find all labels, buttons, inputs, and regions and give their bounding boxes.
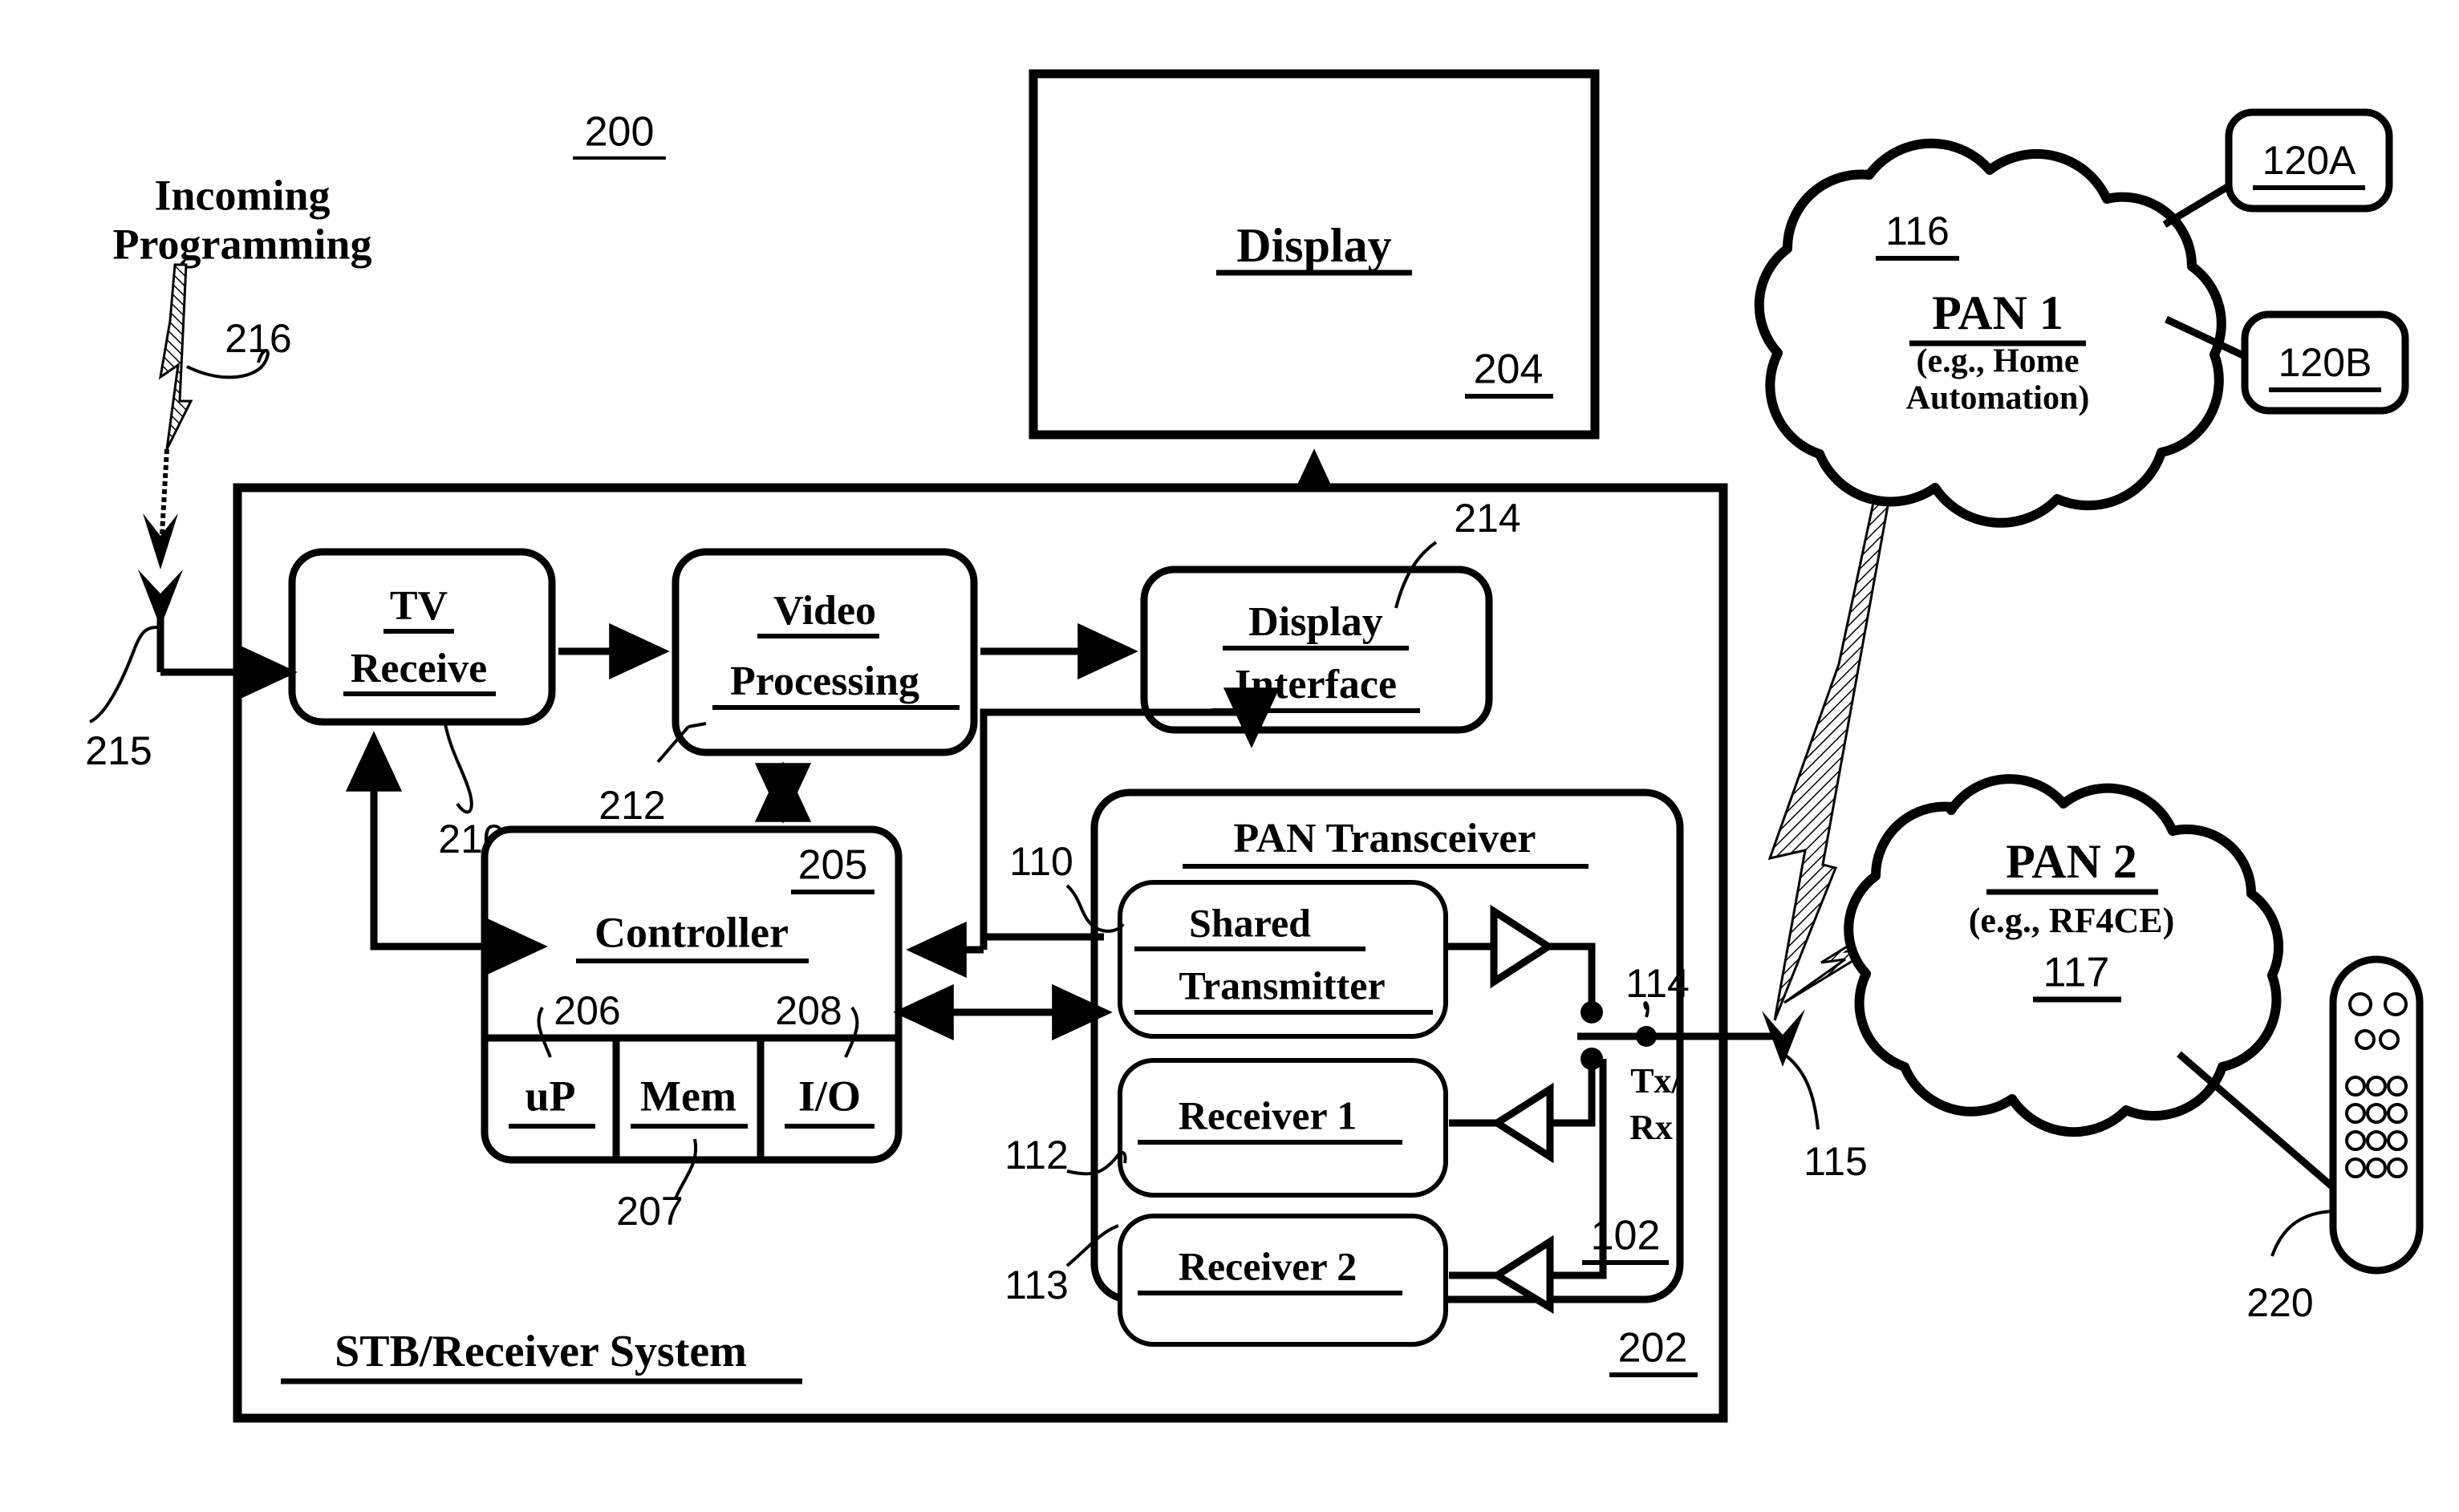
ref-215-label-b: 215 xyxy=(85,728,152,773)
controller-sub-mem-label: Mem xyxy=(640,1072,736,1120)
stb-ref-label: 202 xyxy=(1618,1325,1688,1372)
receiver-2-label: Receiver 2 xyxy=(1179,1243,1357,1288)
pan2-title: PAN 2 xyxy=(2006,835,2137,888)
ref-115-label: 115 xyxy=(1804,1139,1868,1184)
ref-206-label: 206 xyxy=(554,988,620,1033)
controller-sub-up-label: uP xyxy=(525,1072,575,1120)
figure-canvas: 200 Incoming Programming 216 215 215 Dis… xyxy=(85,69,2424,1423)
pan-transceiver-title: PAN Transceiver xyxy=(1234,816,1536,861)
txrx-line2: Rx xyxy=(1629,1108,1673,1147)
tv-receive-block[interactable]: TV Receive xyxy=(288,548,556,726)
pan2-cloud[interactable]: PAN 2 (e.g., RF4CE) 117 xyxy=(1844,774,2284,1137)
video-processing-block[interactable]: Video Processing xyxy=(672,548,978,756)
switch-node-lower xyxy=(1580,1048,1603,1070)
pan-antenna-115: 115 xyxy=(1762,1009,1868,1184)
controller-sub-mem[interactable]: Mem xyxy=(631,1072,748,1129)
video-processing-outline xyxy=(672,548,978,756)
display-interface-block[interactable]: Display Interface xyxy=(1140,565,1493,734)
controller-ref-label: 205 xyxy=(798,842,868,889)
switch-node-upper xyxy=(1580,1001,1603,1024)
incoming-programming-line2: Programming xyxy=(113,220,372,268)
display-box[interactable]: Display 204 xyxy=(1029,69,1600,440)
patent-figure-page: 200 Incoming Programming 216 215 215 Dis… xyxy=(0,0,2459,1512)
receiver-2-block[interactable]: Receiver 2 xyxy=(1118,1214,1448,1347)
ref-110-label: 110 xyxy=(1009,839,1073,884)
tv-receive-line1: TV xyxy=(390,583,448,629)
ref-207-label: 207 xyxy=(616,1189,683,1234)
shared-transmitter-line1: Shared xyxy=(1189,900,1311,945)
ref-208-label: 208 xyxy=(775,988,842,1033)
ref-112-label: 112 xyxy=(1004,1133,1069,1178)
tv-receive-outline xyxy=(288,548,556,726)
reference-216: 216 xyxy=(186,316,292,379)
edge-pan1-to-120a xyxy=(2162,183,2231,228)
pan1-cloud[interactable]: 116 PAN 1 (e.g., Home Automation) xyxy=(1754,138,2226,528)
pan1-ref-label: 116 xyxy=(1885,209,1950,253)
ref-212-label: 212 xyxy=(599,783,665,828)
node-120b-label: 120B xyxy=(2278,340,2372,385)
node-120a-label: 120A xyxy=(2262,138,2356,183)
display-label: Display xyxy=(1236,219,1391,272)
pan1-title: PAN 1 xyxy=(1932,286,2063,339)
stb-title: STB/Receiver System xyxy=(335,1327,747,1376)
txrx-line1: Tx/ xyxy=(1630,1061,1682,1101)
display-ref-label: 204 xyxy=(1474,347,1544,393)
pan1-subtitle-line1: (e.g., Home xyxy=(1917,343,2080,380)
ref-216-label: 216 xyxy=(225,316,291,361)
ref-220-label: 220 xyxy=(2246,1280,2313,1325)
video-processing-line2: Processing xyxy=(730,659,919,704)
shared-transmitter-line2: Transmitter xyxy=(1179,963,1385,1007)
pan2-subtitle: (e.g., RF4CE) xyxy=(1969,901,2175,940)
display-interface-line1: Display xyxy=(1248,599,1383,645)
controller-sub-io-label: I/O xyxy=(798,1072,861,1120)
video-processing-line1: Video xyxy=(773,588,876,634)
incoming-programming-line1: Incoming xyxy=(154,171,330,219)
ref-114-label: 114 xyxy=(1625,961,1690,1006)
receiver-1-block[interactable]: Receiver 1 xyxy=(1118,1058,1448,1198)
display-interface-line2: Interface xyxy=(1235,662,1397,707)
figure-reference-200: 200 xyxy=(573,109,666,160)
edge-pan2-to-remote xyxy=(2177,1051,2337,1192)
shared-transmitter-block[interactable]: Shared Transmitter xyxy=(1118,880,1448,1039)
pan1-subtitle-line2: Automation) xyxy=(1906,380,2090,417)
pan2-ref-label: 117 xyxy=(2043,950,2110,996)
ref-113-label: 113 xyxy=(1004,1263,1069,1307)
incoming-signal-lightning-icon xyxy=(143,263,193,570)
pan1-node-120a[interactable]: 120A xyxy=(2162,108,2393,228)
receiver-1-label: Receiver 1 xyxy=(1179,1092,1357,1137)
controller-label: Controller xyxy=(594,908,789,956)
figure-ref-label: 200 xyxy=(585,109,655,156)
ref-214-label: 214 xyxy=(1454,496,1520,541)
tv-receive-line2: Receive xyxy=(351,646,487,691)
switch-common-node xyxy=(1636,1026,1657,1047)
